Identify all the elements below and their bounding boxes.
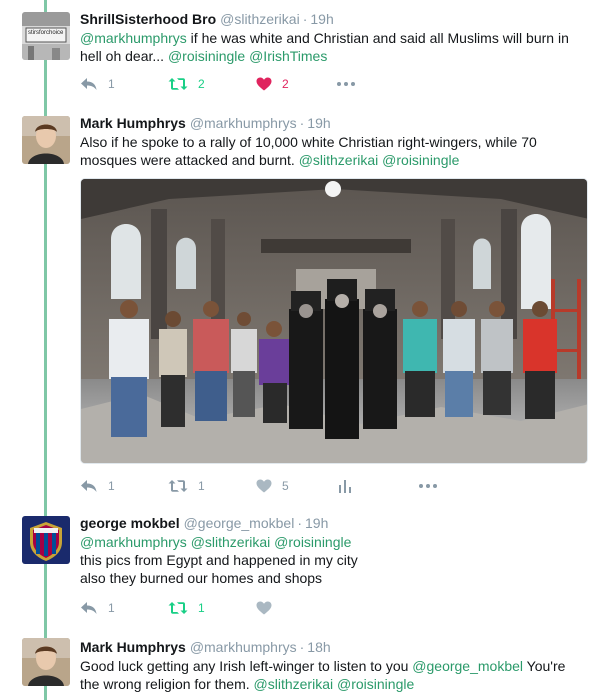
- tweet-3[interactable]: george mokbel @george_mokbel · 19h @markhum…: [0, 504, 604, 630]
- avatar[interactable]: [22, 516, 70, 564]
- tweet-text-part: Good luck getting any Irish left-winger …: [80, 658, 413, 674]
- author-name[interactable]: Mark Humphrys: [80, 639, 186, 655]
- separator-dot: ·: [299, 115, 305, 131]
- tweet-1[interactable]: stirsforchoice ShrillSisterhood Bro @slit…: [0, 0, 604, 104]
- analytics-icon: [338, 479, 352, 493]
- tweet-actions: 1 1 5: [80, 476, 506, 496]
- heart-icon: [256, 77, 272, 91]
- tweet-actions: 1 1: [80, 598, 344, 618]
- heart-icon: [256, 601, 272, 615]
- like-count: 5: [282, 479, 289, 493]
- tweet-text-line: @markhumphrys @slithzerikai @roisiningle: [80, 533, 576, 551]
- tweet-time[interactable]: 19h: [310, 11, 333, 27]
- more-icon: [336, 81, 356, 87]
- author-handle[interactable]: @markhumphrys: [190, 115, 297, 131]
- tweet-header: george mokbel @george_mokbel · 19h: [80, 514, 590, 532]
- separator-dot: ·: [297, 515, 302, 531]
- retweet-count: 1: [198, 601, 205, 615]
- reply-icon: [80, 601, 98, 615]
- mention-link[interactable]: @slithzerikai: [299, 152, 379, 168]
- retweet-icon: [168, 601, 188, 615]
- avatar[interactable]: stirsforchoice: [22, 12, 70, 60]
- mention-link[interactable]: @roisiningle: [382, 152, 459, 168]
- mention-link[interactable]: @markhumphrys: [80, 30, 187, 46]
- like-button[interactable]: [256, 601, 344, 615]
- separator-dot: ·: [302, 11, 308, 27]
- reply-button[interactable]: 1: [80, 479, 168, 493]
- avatar[interactable]: [22, 638, 70, 686]
- tweet-time[interactable]: 18h: [307, 639, 330, 655]
- mention-link[interactable]: @roisiningle: [274, 534, 351, 550]
- reply-count: 1: [108, 77, 115, 91]
- tweet-text: Good luck getting any Irish left-winger …: [80, 657, 586, 693]
- more-icon: [418, 483, 438, 489]
- tweet-actions: 1 2 2: [80, 74, 424, 94]
- reply-count: 1: [108, 601, 115, 615]
- analytics-button[interactable]: [338, 479, 418, 493]
- reply-count: 1: [108, 479, 115, 493]
- tweet-header: ShrillSisterhood Bro @slithzerikai · 19h: [80, 10, 590, 28]
- mention-link[interactable]: @markhumphrys: [80, 534, 187, 550]
- more-button[interactable]: [336, 81, 424, 87]
- retweet-count: 2: [198, 77, 205, 91]
- mention-link[interactable]: @slithzerikai: [254, 676, 334, 692]
- tweet-text: Also if he spoke to a rally of 10,000 wh…: [80, 133, 576, 169]
- author-name[interactable]: Mark Humphrys: [80, 115, 186, 131]
- retweet-icon: [168, 479, 188, 493]
- mention-link[interactable]: @roisiningle: [337, 676, 414, 692]
- tweet-2[interactable]: Mark Humphrys @markhumphrys · 19h Also if h…: [0, 104, 604, 504]
- tweet-time[interactable]: 19h: [305, 515, 328, 531]
- heart-icon: [256, 479, 272, 493]
- author-handle[interactable]: @markhumphrys: [190, 639, 297, 655]
- avatar[interactable]: [22, 116, 70, 164]
- retweet-button[interactable]: 2: [168, 77, 256, 91]
- tweet-time[interactable]: 19h: [307, 115, 330, 131]
- reply-icon: [80, 479, 98, 493]
- mention-link[interactable]: @IrishTimes: [249, 48, 327, 64]
- retweet-count: 1: [198, 479, 205, 493]
- tweet-text-line: this pics from Egypt and happened in my …: [80, 552, 358, 568]
- mention-link[interactable]: @george_mokbel: [412, 658, 523, 674]
- tweet-photo[interactable]: [80, 178, 588, 464]
- separator-dot: ·: [299, 639, 305, 655]
- retweet-button[interactable]: 1: [168, 601, 256, 615]
- author-handle[interactable]: @slithzerikai: [220, 11, 300, 27]
- author-name[interactable]: george mokbel: [80, 515, 180, 531]
- author-name[interactable]: ShrillSisterhood Bro: [80, 11, 216, 27]
- reply-icon: [80, 77, 98, 91]
- tweet-header: Mark Humphrys @markhumphrys · 18h: [80, 638, 590, 656]
- like-count: 2: [282, 77, 289, 91]
- tweet-text: @markhumphrys if he was white and Christ…: [80, 29, 576, 65]
- retweet-button[interactable]: 1: [168, 479, 256, 493]
- author-handle[interactable]: @george_mokbel: [184, 515, 295, 531]
- retweet-icon: [168, 77, 188, 91]
- like-button[interactable]: 2: [256, 77, 344, 91]
- tweet-header: Mark Humphrys @markhumphrys · 19h: [80, 114, 590, 132]
- like-button[interactable]: 5: [256, 479, 344, 493]
- mention-link[interactable]: @roisiningle: [168, 48, 245, 64]
- more-button[interactable]: [418, 483, 506, 489]
- tweet-4[interactable]: Mark Humphrys @markhumphrys · 18h Good luck…: [0, 630, 604, 700]
- avatar-sign-text: stirsforchoice: [28, 30, 64, 36]
- mention-link[interactable]: @slithzerikai: [191, 534, 271, 550]
- reply-button[interactable]: 1: [80, 601, 168, 615]
- tweet-text-line: also they burned our homes and shops: [80, 570, 323, 586]
- tweet-text: @markhumphrys @slithzerikai @roisiningle…: [80, 533, 576, 587]
- reply-button[interactable]: 1: [80, 77, 168, 91]
